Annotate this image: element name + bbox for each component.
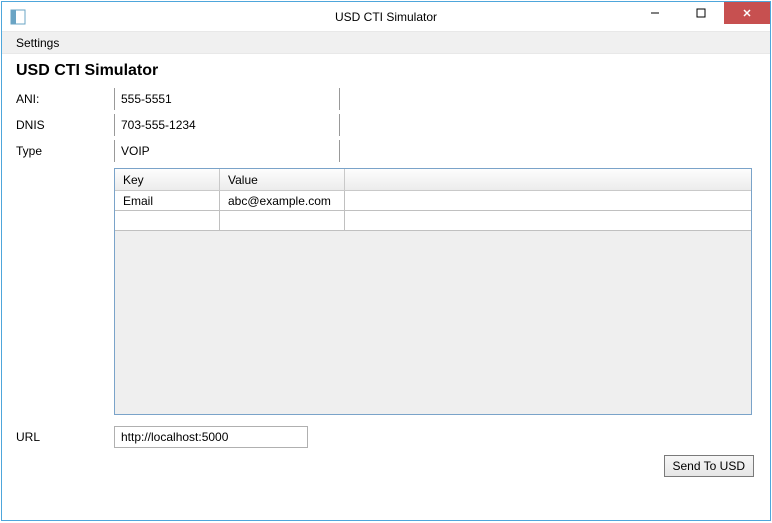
row-dnis: DNIS bbox=[14, 112, 758, 138]
app-window: USD CTI Simulator Settings USD CTI Simul… bbox=[1, 1, 771, 521]
grid-cell-key[interactable] bbox=[115, 191, 220, 210]
input-type[interactable] bbox=[114, 140, 340, 162]
titlebar: USD CTI Simulator bbox=[2, 2, 770, 32]
grid-row[interactable] bbox=[115, 211, 751, 231]
row-url: URL bbox=[14, 425, 758, 449]
label-type: Type bbox=[14, 144, 114, 158]
page-heading: USD CTI Simulator bbox=[16, 62, 758, 80]
grid-row[interactable] bbox=[115, 191, 751, 211]
label-ani: ANI: bbox=[14, 92, 114, 106]
content-area: USD CTI Simulator ANI: DNIS Type Key Val… bbox=[2, 54, 770, 520]
data-grid[interactable]: Key Value bbox=[114, 168, 752, 415]
label-url: URL bbox=[14, 430, 114, 444]
label-dnis: DNIS bbox=[14, 118, 114, 132]
grid-cell-value[interactable] bbox=[220, 191, 345, 210]
grid-cell-rest bbox=[345, 191, 751, 210]
grid-header-key[interactable]: Key bbox=[115, 169, 220, 190]
grid-header: Key Value bbox=[115, 169, 751, 191]
grid-cell-rest bbox=[345, 211, 751, 230]
window-controls bbox=[632, 2, 770, 24]
menu-settings[interactable]: Settings bbox=[10, 34, 65, 52]
grid-input-key-1[interactable] bbox=[123, 212, 211, 229]
footer: Send To USD bbox=[14, 449, 758, 477]
grid-cell-value[interactable] bbox=[220, 211, 345, 230]
input-ani[interactable] bbox=[114, 88, 340, 110]
input-dnis[interactable] bbox=[114, 114, 340, 136]
grid-cell-key[interactable] bbox=[115, 211, 220, 230]
grid-input-key-0[interactable] bbox=[123, 192, 211, 209]
minimize-button[interactable] bbox=[632, 2, 678, 24]
send-to-usd-button[interactable]: Send To USD bbox=[664, 455, 755, 477]
row-ani: ANI: bbox=[14, 86, 758, 112]
menubar: Settings bbox=[2, 32, 770, 54]
grid-header-rest bbox=[345, 169, 751, 190]
row-type: Type bbox=[14, 138, 758, 164]
input-url[interactable] bbox=[114, 426, 308, 448]
grid-input-value-1[interactable] bbox=[228, 212, 336, 229]
grid-input-value-0[interactable] bbox=[228, 192, 336, 209]
grid-header-value[interactable]: Value bbox=[220, 169, 345, 190]
app-icon bbox=[10, 9, 26, 25]
grid-empty-area bbox=[115, 231, 751, 414]
maximize-button[interactable] bbox=[678, 2, 724, 24]
close-button[interactable] bbox=[724, 2, 770, 24]
